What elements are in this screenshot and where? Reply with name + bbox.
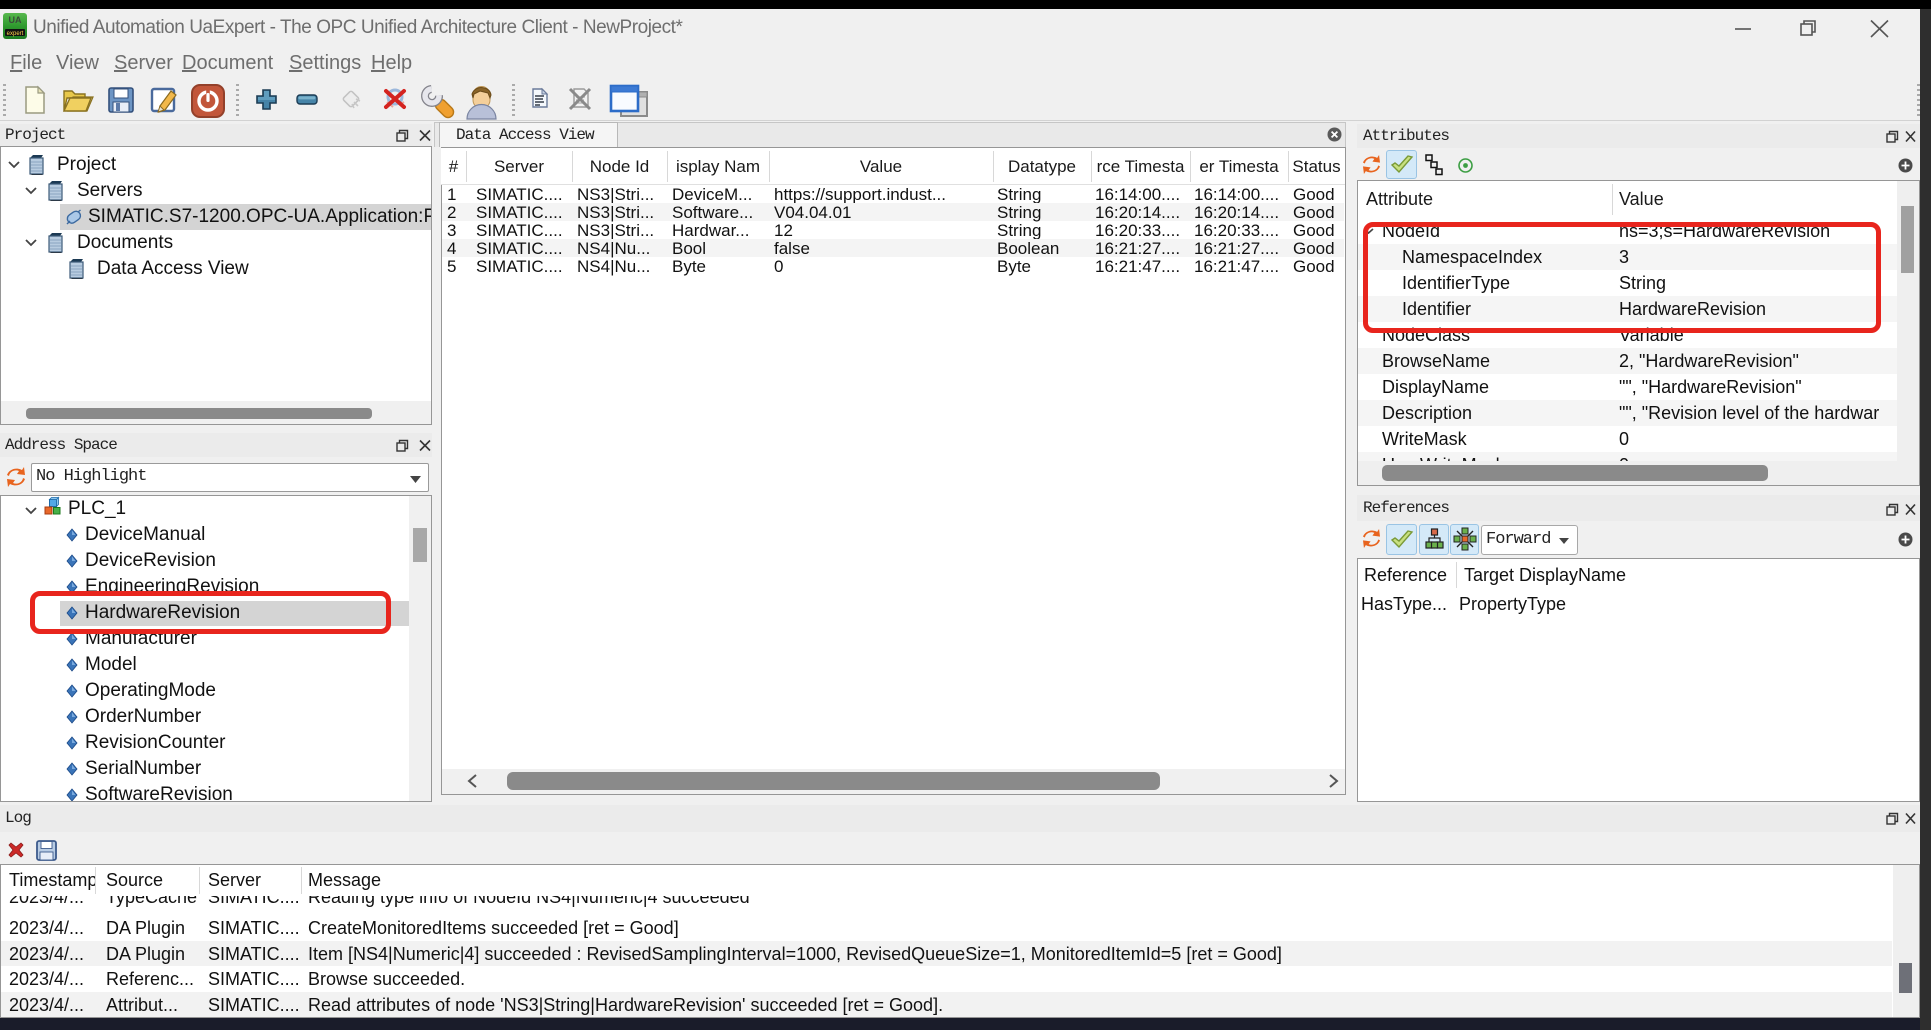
svg-text:UA: UA	[9, 15, 22, 25]
svg-text:expert: expert	[7, 31, 24, 37]
